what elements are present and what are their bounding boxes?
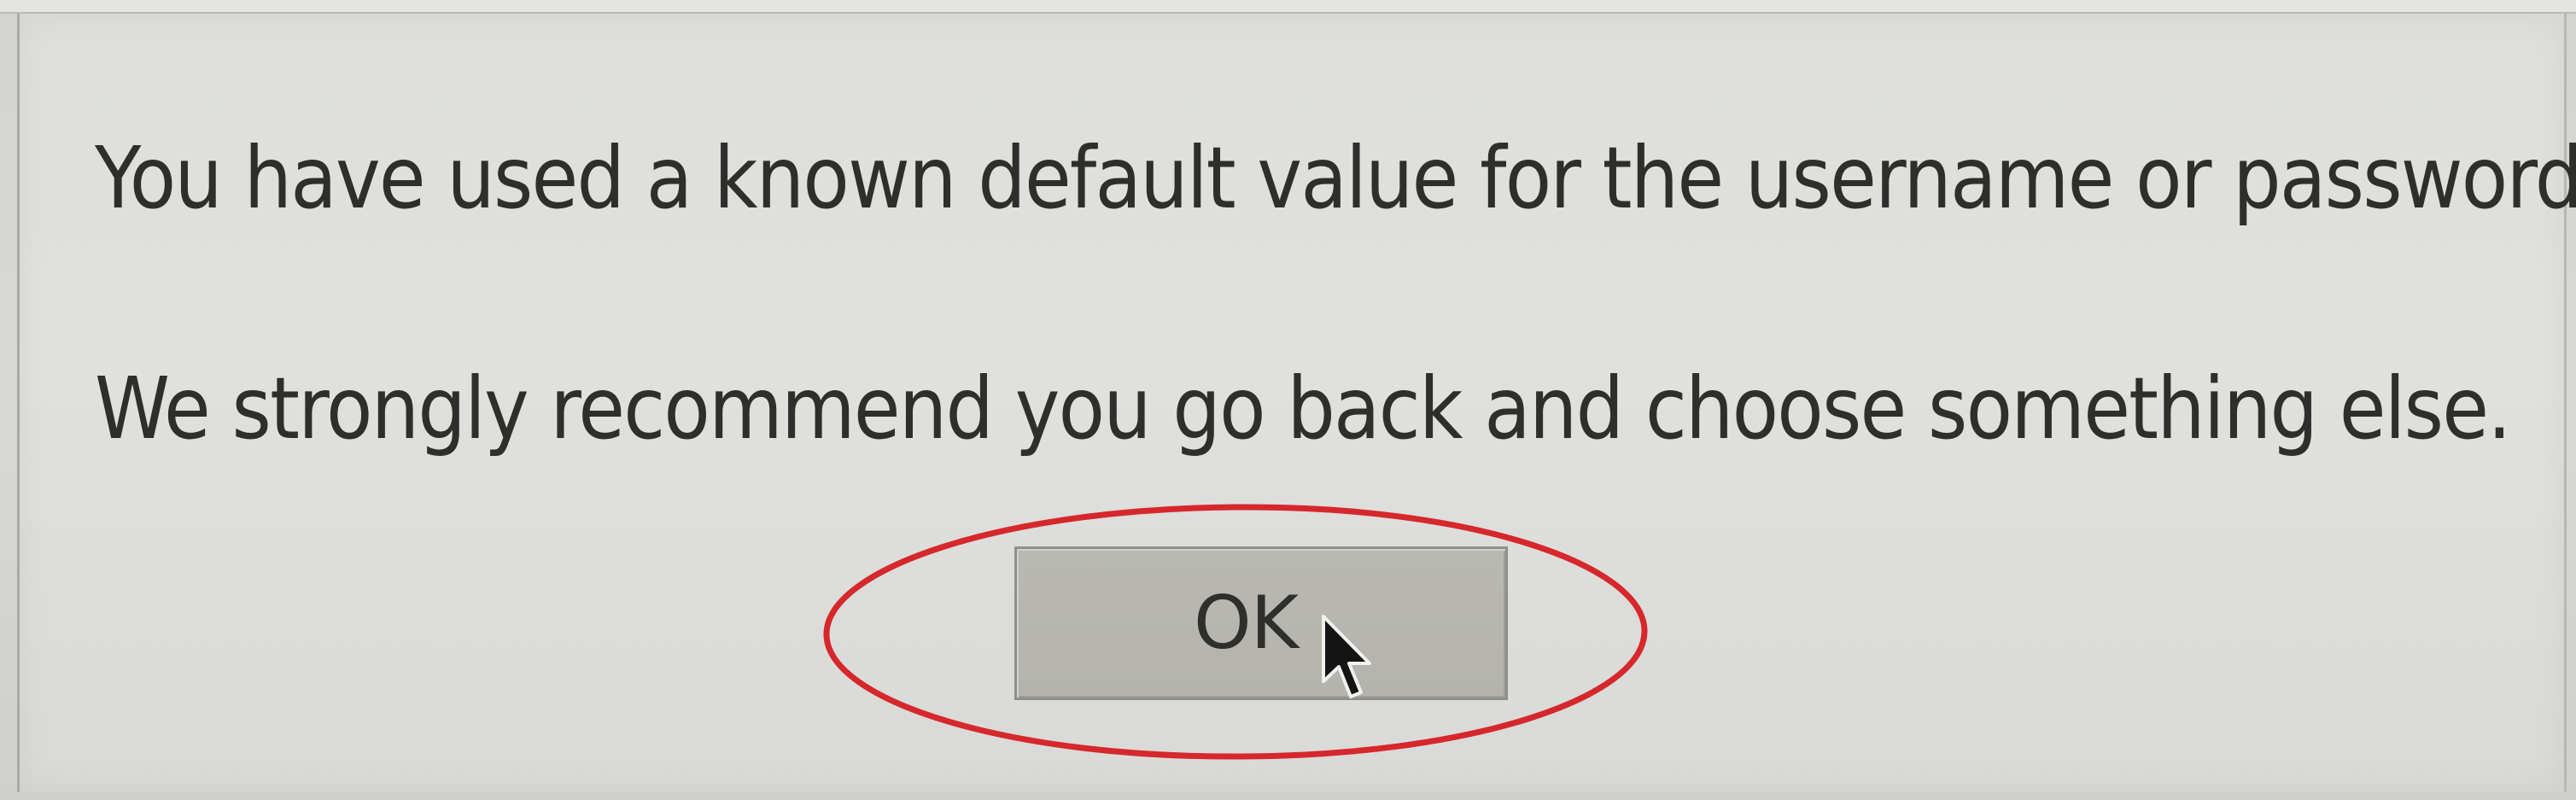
screen: You have used a known default value for … [0,0,2576,800]
warning-message-line-1: You have used a known default value for … [95,128,2576,228]
ok-button-label: OK [1193,581,1299,666]
ok-button[interactable]: OK [1014,546,1508,700]
window-top-edge [0,0,2576,14]
warning-message-line-2: We strongly recommend you go back and ch… [95,359,2512,458]
